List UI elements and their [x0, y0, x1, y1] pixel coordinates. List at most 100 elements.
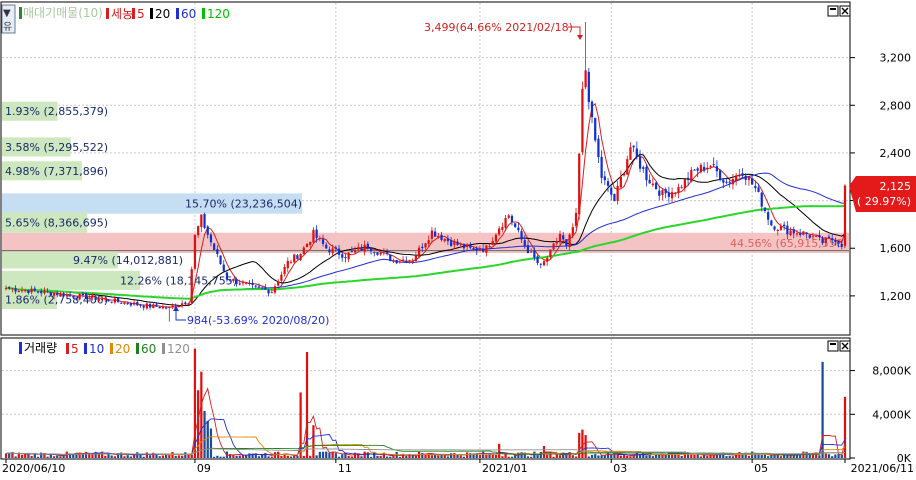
volume-legend-marker	[19, 342, 22, 354]
volume-bar	[571, 455, 574, 458]
volume-bar	[46, 456, 49, 458]
candle-body	[68, 294, 72, 296]
legend-marker	[19, 7, 22, 19]
volume-bar	[20, 454, 24, 458]
candle-body	[821, 238, 824, 244]
candle-body	[267, 290, 270, 294]
candle-body	[757, 187, 760, 192]
candle-body	[683, 179, 687, 189]
candle-body	[289, 261, 293, 263]
candle-body	[565, 239, 568, 247]
volume-bar	[840, 454, 843, 458]
candle-body	[46, 291, 49, 293]
price-legend-item: 120	[207, 7, 230, 21]
candle-body	[699, 164, 703, 173]
candle-body	[27, 289, 30, 294]
volume-bar	[831, 456, 834, 458]
volume-bar	[600, 455, 603, 458]
maximize-button[interactable]	[827, 5, 839, 17]
volume-bar	[443, 455, 446, 458]
volume-bar	[530, 456, 533, 458]
candle-body	[584, 70, 587, 88]
candle-body	[14, 288, 17, 292]
candle-body	[514, 223, 517, 227]
volume-bar	[725, 456, 728, 458]
candle-body	[20, 290, 24, 292]
candle-body	[530, 251, 533, 253]
volume-bar	[654, 454, 658, 458]
volume-bar	[331, 451, 334, 458]
candle-body	[715, 166, 719, 172]
volume-bar	[238, 455, 241, 458]
volume-bar	[158, 456, 161, 458]
candle-body	[177, 305, 181, 307]
volume-bar	[385, 456, 389, 458]
candle-body	[747, 177, 751, 180]
candle-body	[248, 282, 251, 284]
candle-body	[78, 293, 81, 300]
candle-body	[200, 214, 203, 227]
candle-body	[312, 229, 315, 243]
volume-bar	[818, 455, 821, 458]
candle-body	[216, 249, 219, 255]
candle-body	[299, 254, 302, 260]
candle-body	[405, 260, 408, 263]
candle-body	[184, 302, 187, 305]
volume-bar	[827, 454, 831, 458]
candle-body	[539, 263, 542, 265]
candle-body	[395, 259, 398, 264]
candle-body	[52, 293, 56, 296]
volume-profile-label: 15.70% (23,236,504)	[185, 198, 302, 211]
candle-body	[475, 248, 478, 251]
candle-body	[498, 228, 501, 235]
candle-body	[97, 299, 100, 301]
volume-bar	[219, 456, 222, 458]
candle-body	[552, 243, 555, 250]
candle-body	[760, 192, 763, 207]
candle-body	[472, 247, 475, 249]
candle-body	[600, 156, 603, 178]
candle-body	[603, 176, 606, 181]
volume-bar	[181, 456, 184, 458]
volume-bar	[494, 454, 498, 458]
volume-legend-item: 10	[89, 342, 104, 356]
candle-body	[401, 259, 405, 261]
volume-bar	[635, 453, 638, 458]
volume-bar	[302, 455, 305, 458]
candle-body	[181, 303, 184, 306]
volume-bar	[152, 452, 155, 458]
candle-body	[504, 217, 507, 228]
candle-body	[366, 243, 369, 249]
volume-bar	[318, 451, 321, 458]
candle-body	[728, 181, 731, 183]
candle-body	[574, 212, 578, 226]
high-label: 3,499(64.66% 2021/02/18)	[424, 21, 573, 34]
candle-body	[827, 236, 831, 239]
candle-body	[482, 248, 485, 252]
candle-body	[411, 260, 414, 262]
candle-body	[155, 304, 158, 307]
candle-body	[626, 159, 629, 175]
volume-bar	[113, 456, 116, 458]
candle-body	[792, 229, 795, 234]
candle-body	[453, 241, 456, 246]
volume-bar	[760, 454, 763, 458]
candle-body	[786, 225, 789, 235]
volume-bar	[594, 454, 597, 458]
volume-bar	[296, 456, 299, 458]
volume-bar	[14, 456, 17, 458]
candle-body	[664, 189, 667, 194]
volume-maximize-button[interactable]	[827, 340, 839, 352]
volume-bar	[677, 454, 680, 458]
volume-bar	[453, 453, 456, 458]
volume-bar	[462, 456, 466, 458]
volume-bar	[558, 455, 562, 458]
candle-body	[606, 181, 610, 186]
volume-bar	[799, 455, 802, 458]
candle-body	[831, 238, 834, 241]
volume-bar	[786, 455, 789, 458]
volume-bar	[430, 455, 434, 458]
candle-body	[802, 231, 805, 235]
volume-bar	[645, 455, 648, 458]
volume-bar	[459, 455, 462, 458]
